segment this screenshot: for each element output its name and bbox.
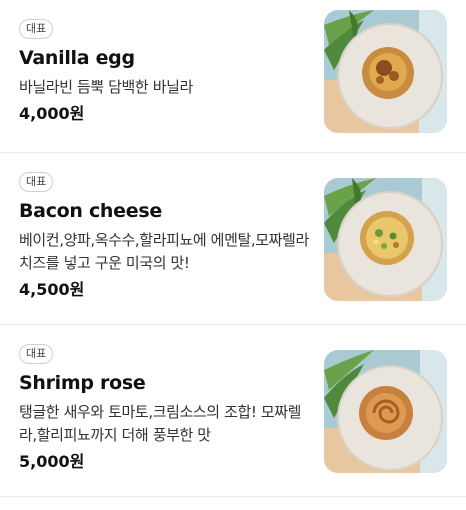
menu-item-name: Vanilla egg — [19, 47, 135, 69]
menu-item-name: Bacon cheese — [19, 200, 162, 222]
menu-item-info: 대표 Vanilla egg 바닐라빈 듬뿍 담백한 바닐라 4,000원 — [19, 17, 309, 124]
menu-item-description: 탱글한 새우와 토마토,크림소스의 조합! 모짜렐라,할리피뇨까지 더해 풍부한… — [19, 403, 302, 444]
menu-item-name: Shrimp rose — [19, 372, 146, 394]
signature-badge: 대표 — [19, 19, 54, 39]
menu-list: 대표 Vanilla egg 바닐라빈 듬뿍 담백한 바닐라 4,000원 대표… — [0, 0, 466, 497]
menu-item-description: 베이컨,양파,옥수수,할라피뇨에 에멘탈,모짜렐라 치즈를 넣고 구운 미국의 … — [19, 231, 309, 272]
menu-item-info: 대표 Bacon cheese 베이컨,양파,옥수수,할라피뇨에 에멘탈,모짜렐… — [19, 170, 309, 300]
vanilla-egg-tart-photo[interactable] — [324, 10, 447, 133]
menu-item-price: 5,000원 — [19, 452, 85, 471]
menu-item-info: 대표 Shrimp rose 탱글한 새우와 토마토,크림소스의 조합! 모짜렐… — [19, 342, 309, 472]
menu-item-vanilla-egg[interactable]: 대표 Vanilla egg 바닐라빈 듬뿍 담백한 바닐라 4,000원 — [0, 0, 466, 153]
bacon-cheese-tart-photo[interactable] — [324, 178, 447, 301]
signature-badge: 대표 — [19, 172, 54, 192]
menu-item-shrimp-rose[interactable]: 대표 Shrimp rose 탱글한 새우와 토마토,크림소스의 조합! 모짜렐… — [0, 325, 466, 497]
menu-item-price: 4,000원 — [19, 104, 85, 123]
shrimp-rose-tart-photo[interactable] — [324, 350, 447, 473]
menu-item-description: 바닐라빈 듬뿍 담백한 바닐라 — [19, 78, 193, 96]
menu-item-price: 4,500원 — [19, 280, 85, 299]
menu-item-bacon-cheese[interactable]: 대표 Bacon cheese 베이컨,양파,옥수수,할라피뇨에 에멘탈,모짜렐… — [0, 153, 466, 325]
signature-badge: 대표 — [19, 344, 54, 364]
